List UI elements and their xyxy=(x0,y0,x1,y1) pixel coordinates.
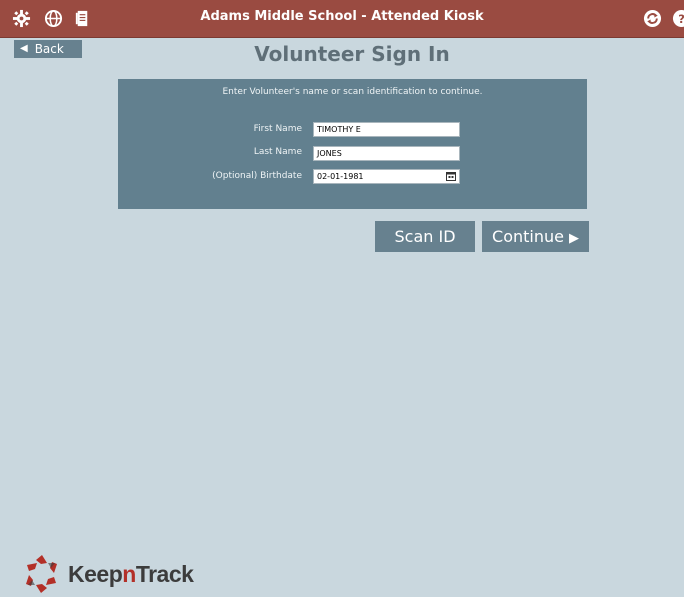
birthdate-label: (Optional) Birthdate xyxy=(212,171,302,181)
sign-in-form: Enter Volunteer's name or scan identific… xyxy=(118,79,587,209)
page-title: Volunteer Sign In xyxy=(254,42,450,66)
keepntrack-star-icon xyxy=(20,554,64,594)
play-icon: ▶ xyxy=(568,231,579,246)
svg-text:?: ? xyxy=(678,12,684,26)
app-title: Adams Middle School - Attended Kiosk xyxy=(200,9,484,24)
birthdate-value: 02-01-1981 xyxy=(317,172,364,181)
birthdate-field[interactable]: 02-01-1981 xyxy=(313,169,460,184)
last-name-field[interactable]: JONES xyxy=(313,146,460,161)
last-name-label: Last Name xyxy=(253,147,302,157)
logo-text-track: Track xyxy=(135,561,194,587)
keepntrack-logo: KeepnTrack xyxy=(20,554,210,594)
continue-button[interactable]: Continue ▶ xyxy=(482,221,589,252)
logo-text-keep: Keep xyxy=(68,561,123,587)
logo-text-n: n xyxy=(122,561,136,587)
calendar-icon[interactable] xyxy=(446,171,456,181)
continue-label: Continue xyxy=(492,227,564,246)
top-bar: Adams Middle School - Attended Kiosk ? xyxy=(0,0,684,38)
help-icon[interactable]: ? xyxy=(672,9,684,28)
first-name-field[interactable]: TIMOTHY E xyxy=(313,122,460,137)
refresh-icon[interactable] xyxy=(643,9,662,28)
scan-id-button[interactable]: Scan ID xyxy=(375,221,475,252)
logo-text: KeepnTrack xyxy=(68,561,194,588)
form-instructions: Enter Volunteer's name or scan identific… xyxy=(222,87,483,97)
first-name-label: First Name xyxy=(253,124,302,134)
